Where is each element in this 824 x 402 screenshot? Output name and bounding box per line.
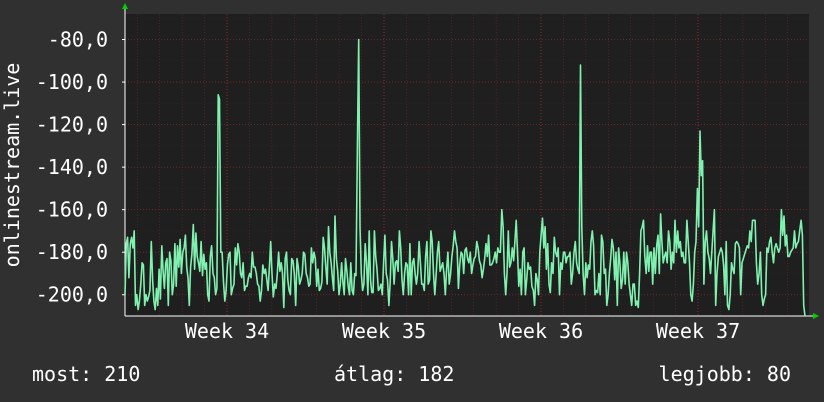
- y-axis-arrow-icon: [122, 3, 128, 9]
- y-tick-label: -180,0: [36, 240, 108, 264]
- current-value-stat: most: 210: [32, 362, 141, 386]
- line-chart: Week 34 Week 35 Week 36 Week 37 -80,0 -100,0 -…: [0, 3, 819, 343]
- x-axis-arrow-icon: [813, 313, 819, 319]
- best-value-stat: legjobb: 80: [658, 362, 791, 386]
- y-tick-label: -160,0: [36, 198, 108, 222]
- chart-frame: Week 34 Week 35 Week 36 Week 37 -80,0 -100,0 -…: [0, 0, 824, 402]
- y-axis-title: onlinestream.live: [0, 63, 24, 268]
- y-tick-label: -200,0: [36, 283, 108, 307]
- y-tick-label: -80,0: [48, 28, 108, 52]
- y-tick-label: -100,0: [36, 70, 108, 94]
- x-tick-label: Week 35: [342, 319, 426, 343]
- x-tick-label: Week 34: [185, 319, 269, 343]
- x-tick-label: Week 36: [499, 319, 583, 343]
- average-value-stat: átlag: 182: [334, 362, 455, 386]
- y-tick-label: -140,0: [36, 155, 108, 179]
- x-tick-label: Week 37: [656, 319, 740, 343]
- y-tick-label: -120,0: [36, 113, 108, 137]
